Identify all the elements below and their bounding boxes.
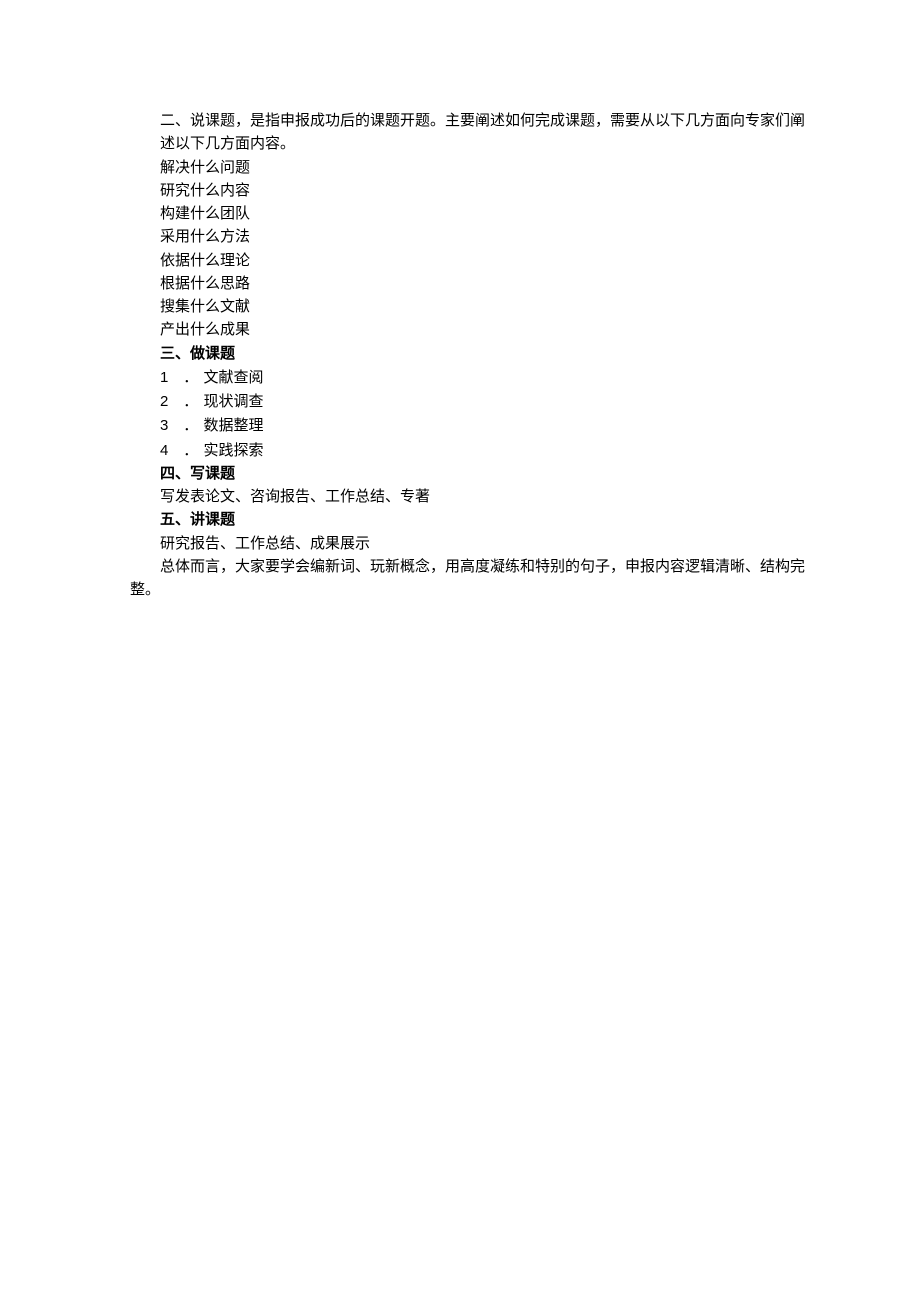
- list-dot: ．: [183, 440, 198, 463]
- section-2-intro: 二、说课题，是指申报成功后的课题开题。主要阐述如何完成课题，需要从以下几方面向专…: [130, 110, 810, 157]
- section-2-item-7: 搜集什么文献: [130, 296, 810, 319]
- list-number: 4: [160, 439, 178, 462]
- list-text: 现状调查: [204, 394, 264, 410]
- list-number: 1: [160, 366, 178, 389]
- section-4-heading: 四、写课题: [130, 463, 810, 486]
- section-3-heading: 三、做课题: [130, 343, 810, 366]
- section-2-item-5: 依据什么理论: [130, 250, 810, 273]
- section-4-body: 写发表论文、咨询报告、工作总结、专著: [130, 486, 810, 509]
- section-5-heading: 五、讲课题: [130, 509, 810, 532]
- section-3-item-3: 3． 数据整理: [130, 414, 810, 438]
- section-2-item-3: 构建什么团队: [130, 203, 810, 226]
- list-dot: ．: [183, 415, 198, 438]
- list-text: 实践探索: [204, 443, 264, 459]
- section-2-item-1: 解决什么问题: [130, 157, 810, 180]
- section-5-body: 研究报告、工作总结、成果展示: [130, 533, 810, 556]
- list-dot: ．: [183, 367, 198, 390]
- section-3-item-4: 4． 实践探索: [130, 439, 810, 463]
- list-dot: ．: [183, 391, 198, 414]
- section-3-item-2: 2． 现状调查: [130, 390, 810, 414]
- list-number: 3: [160, 414, 178, 437]
- list-number: 2: [160, 390, 178, 413]
- section-2-item-8: 产出什么成果: [130, 319, 810, 342]
- list-text: 数据整理: [204, 418, 264, 434]
- section-2-item-6: 根据什么思路: [130, 273, 810, 296]
- section-2-item-2: 研究什么内容: [130, 180, 810, 203]
- list-text: 文献查阅: [204, 370, 264, 386]
- section-2-item-4: 采用什么方法: [130, 226, 810, 249]
- conclusion: 总体而言，大家要学会编新词、玩新概念，用高度凝练和特别的句子，申报内容逻辑清晰、…: [130, 556, 810, 603]
- section-3-item-1: 1． 文献查阅: [130, 366, 810, 390]
